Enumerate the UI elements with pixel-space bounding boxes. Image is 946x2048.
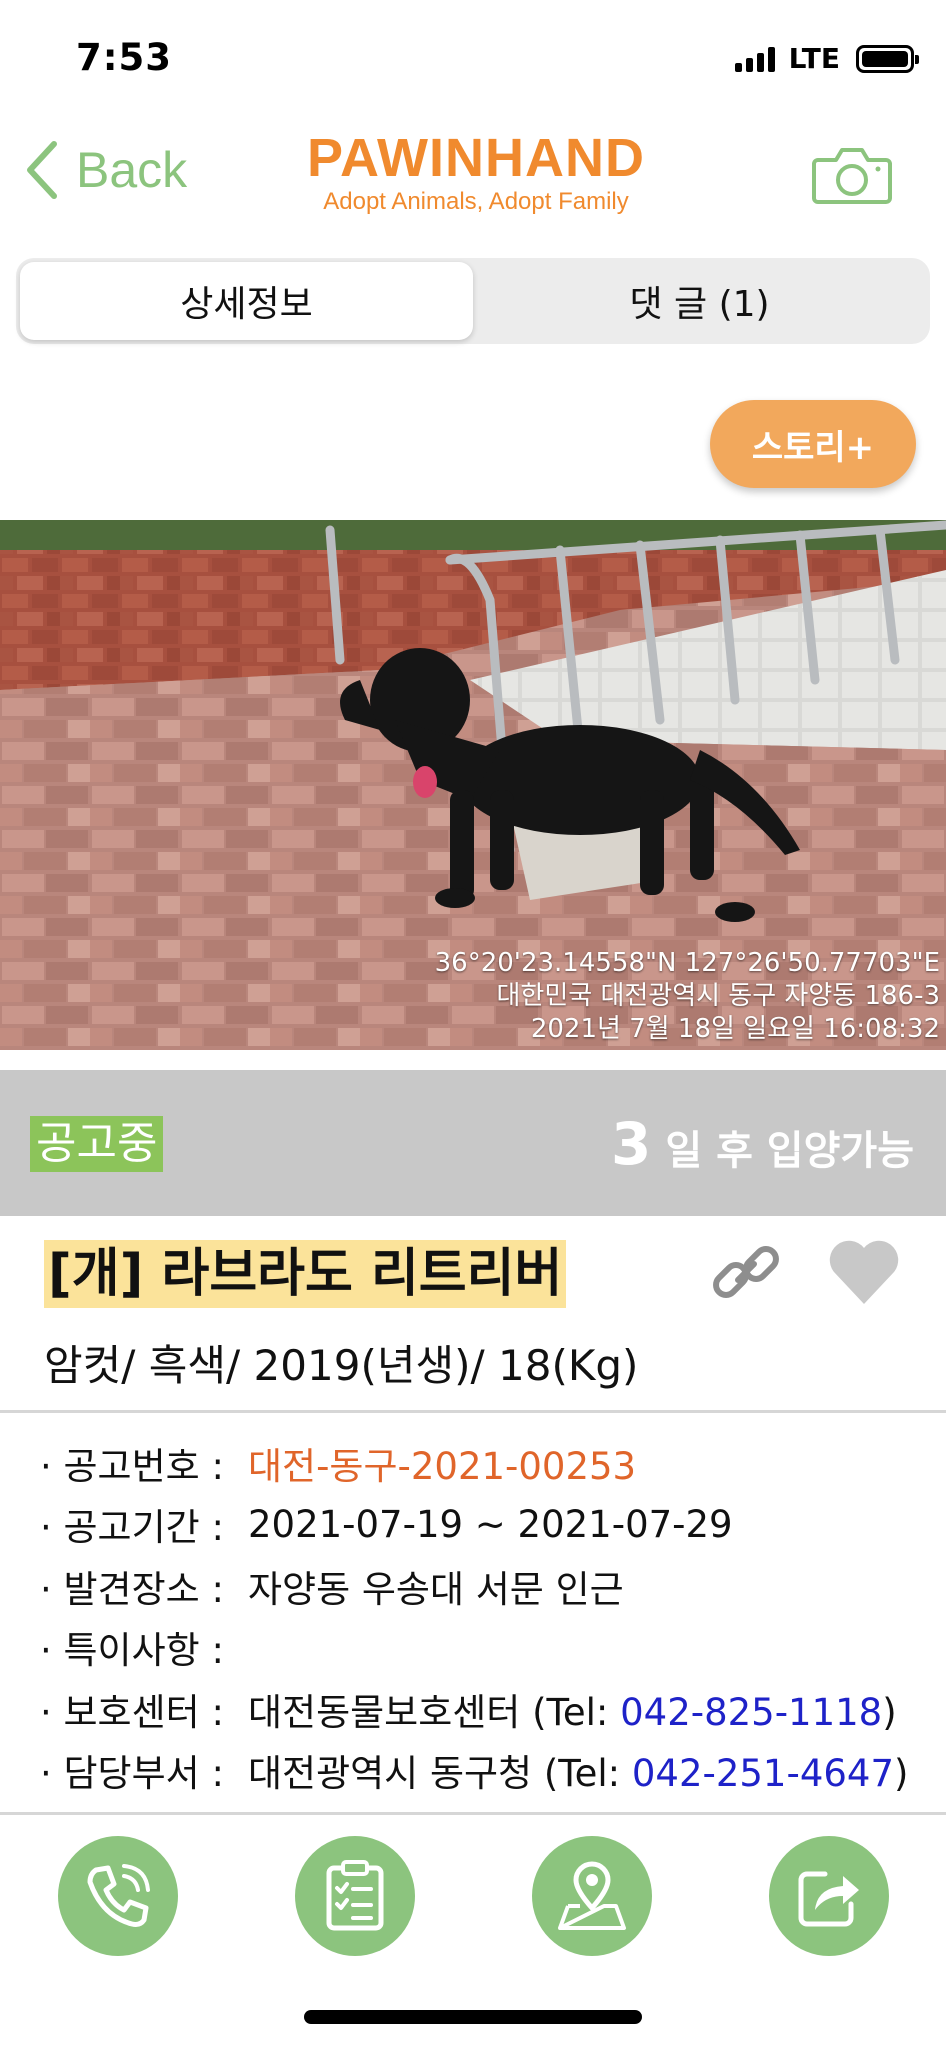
shelter-center: 대전동물보호센터 (Tel: 042-825-1118) — [248, 1682, 897, 1736]
back-label: Back — [76, 142, 188, 198]
department-phone-link[interactable]: 042-251-4647 — [632, 1752, 894, 1795]
share-icon — [798, 1871, 859, 1927]
animal-title: [개] 라브라도 리트리버 — [44, 1240, 567, 1308]
shelter-close: ) — [882, 1690, 897, 1734]
back-button[interactable]: Back — [24, 140, 187, 200]
battery-icon — [856, 44, 919, 73]
heart-icon — [829, 1240, 899, 1304]
clipboard-icon — [326, 1860, 384, 1931]
copy-link-button[interactable] — [708, 1234, 784, 1314]
tab-comments[interactable]: 댓 글 (1) — [473, 262, 926, 340]
signal-icon — [734, 46, 775, 72]
share-button[interactable] — [769, 1836, 889, 1956]
logo-subtitle: Adopt Animals, Adopt Family — [323, 188, 629, 215]
department: 대전광역시 동구청 (Tel: 042-251-4647) — [248, 1743, 908, 1797]
adoption-days: 3 — [610, 1110, 652, 1178]
app-logo: PAWINHAND Adopt Animals, Adopt Family — [296, 128, 656, 216]
nav-bar: Back PAWINHAND Adopt Animals, Adopt Fami… — [0, 118, 946, 248]
found-location: 자양동 우송대 서문 인근 — [248, 1567, 624, 1611]
status-indicators: LTE — [734, 42, 919, 75]
map-pin-icon — [558, 1861, 626, 1930]
map-button[interactable] — [532, 1836, 652, 1956]
camera-icon — [812, 148, 892, 204]
notice-status-bar: 공고중 3 일 후 입양가능 — [0, 1070, 946, 1216]
department-close: ) — [893, 1752, 909, 1796]
tab-bar: 상세정보 댓 글 (1) — [16, 258, 930, 344]
detail-row-notes: · 특이사항 : — [40, 1617, 940, 1679]
detail-label: · 특이사항 : — [40, 1629, 224, 1673]
network-label: LTE — [788, 42, 840, 75]
status-bar: 7:53 LTE — [0, 0, 946, 110]
status-time: 7:53 — [76, 36, 173, 79]
notice-number: 대전-동구-2021-00253 — [248, 1444, 637, 1488]
detail-label: · 보호센터 : — [40, 1690, 224, 1734]
department-name: 대전광역시 동구청 (Tel: — [248, 1752, 632, 1796]
geo-address: 대한민국 대전광역시 동구 자양동 186-3 — [496, 981, 941, 1011]
detail-row-dept: · 담당부서 : 대전광역시 동구청 (Tel: 042-251-4647) — [40, 1740, 940, 1802]
notice-detail-button[interactable] — [295, 1836, 415, 1956]
detail-label: · 담당부서 : — [40, 1752, 224, 1796]
link-icon — [713, 1246, 779, 1298]
tab-details[interactable]: 상세정보 — [20, 262, 473, 340]
logo-title: PAWINHAND — [307, 128, 645, 188]
phone-icon — [87, 1864, 150, 1927]
animal-summary: 암컷/ 흑색/ 2019(년생)/ 18(Kg) — [44, 1341, 639, 1390]
detail-label: · 공고기간 : — [40, 1506, 224, 1550]
detail-row-notice-no: · 공고번호 : 대전-동구-2021-00253 — [40, 1432, 940, 1494]
detail-label: · 공고번호 : — [40, 1444, 224, 1488]
geo-coordinates: 36°20'23.14558"N 127°26'50.77703"E — [434, 948, 940, 978]
adoption-countdown: 3 일 후 입양가능 — [611, 1110, 914, 1178]
geo-timestamp: 2021년 7월 18일 일요일 16:08:32 — [530, 1014, 940, 1044]
notice-period: 2021-07-19 ~ 2021-07-29 — [248, 1502, 733, 1546]
divider — [0, 1410, 946, 1413]
adoption-days-text: 일 후 입양가능 — [665, 1128, 914, 1174]
shelter-name: 대전동물보호센터 (Tel: — [248, 1690, 621, 1734]
chevron-left-icon — [27, 141, 57, 199]
detail-row-location: · 발견장소 : 자양동 우송대 서문 인근 — [40, 1555, 940, 1617]
photo-geotag: 36°20'23.14558"N 127°26'50.77703"E 대한민국 … — [435, 947, 940, 1046]
shelter-phone-link[interactable]: 042-825-1118 — [620, 1691, 882, 1734]
story-add-button[interactable]: 스토리+ — [710, 400, 916, 488]
favorite-button[interactable] — [826, 1236, 902, 1310]
divider — [0, 1812, 946, 1815]
detail-row-center: · 보호센터 : 대전동물보호센터 (Tel: 042-825-1118) — [40, 1678, 940, 1740]
detail-list: · 공고번호 : 대전-동구-2021-00253 · 공고기간 : 2021-… — [40, 1432, 940, 1801]
camera-button[interactable] — [812, 144, 892, 210]
notice-status-badge: 공고중 — [30, 1116, 164, 1172]
animal-photo: 36°20'23.14558"N 127°26'50.77703"E 대한민국 … — [0, 520, 946, 1050]
detail-label: · 발견장소 : — [40, 1567, 224, 1611]
home-indicator[interactable] — [304, 2010, 642, 2024]
detail-row-period: · 공고기간 : 2021-07-19 ~ 2021-07-29 — [40, 1494, 940, 1556]
call-button[interactable] — [58, 1836, 178, 1956]
